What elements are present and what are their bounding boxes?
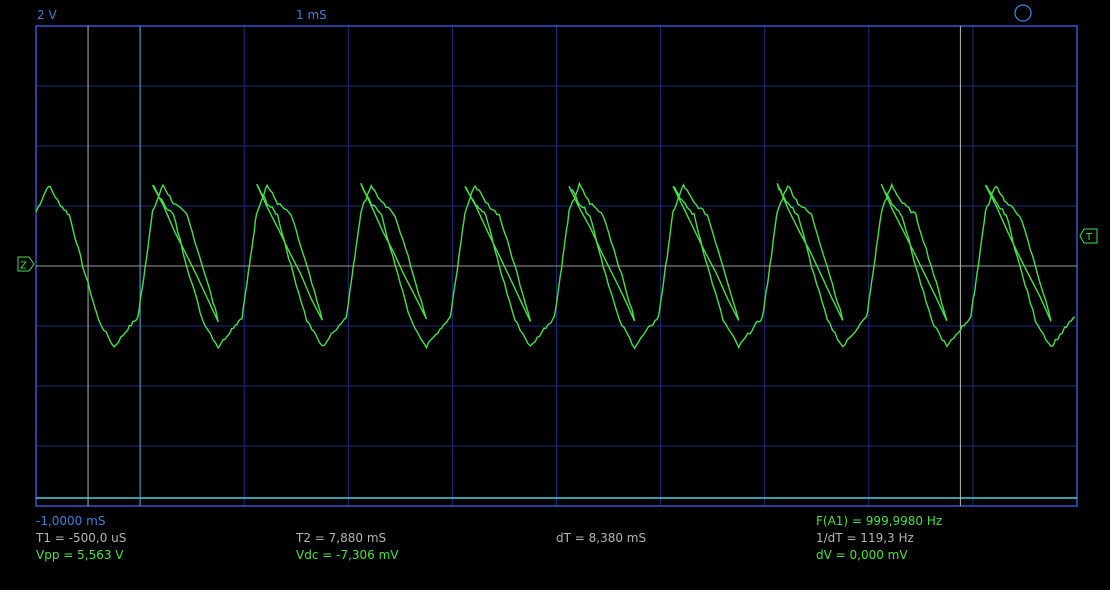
vdc-readout: Vdc = -7,306 mV [296,548,399,562]
inverse-dt-readout: 1/dT = 119,3 Hz [816,531,914,545]
channel-marker[interactable]: Z [17,256,35,272]
time-per-div-label: 1 mS [296,8,327,22]
t2-readout: T2 = 7,880 mS [296,531,387,545]
channel-marker-label: Z [20,261,27,272]
frequency-readout: F(A1) = 999,9980 Hz [816,514,943,528]
t1-readout: T1 = -500,0 uS [36,531,127,545]
volts-per-div-label: 2 V [37,8,57,22]
vpp-readout: Vpp = 5,563 V [36,548,124,562]
oscilloscope-display: Z T [17,4,1098,507]
trigger-marker[interactable]: T [1079,228,1098,244]
start-time-readout: -1,0000 mS [36,514,106,528]
trigger-marker-label: T [1085,232,1093,243]
dv-readout: dV = 0,000 mV [816,548,908,562]
run-status-icon[interactable] [1014,4,1032,22]
dt-readout: dT = 8,380 mS [556,531,647,545]
